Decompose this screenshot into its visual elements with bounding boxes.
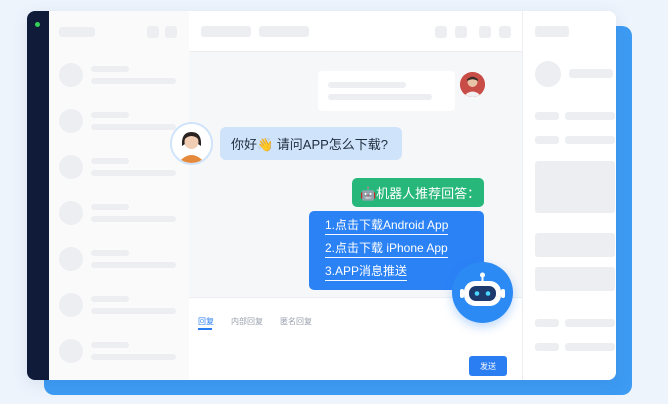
info-avatar-placeholder — [535, 61, 561, 87]
agent-message-bubble — [318, 71, 455, 111]
info-title-placeholder — [535, 26, 569, 37]
active-tab-indicator — [198, 328, 212, 330]
list-tool-placeholder[interactable] — [165, 26, 177, 38]
chat-header — [189, 11, 522, 52]
answer-push-link[interactable]: 3.APP消息推送 — [325, 264, 408, 281]
info-field-value — [565, 112, 615, 120]
info-field-value — [565, 319, 615, 327]
tab-internal-reply[interactable]: 内部回复 — [231, 316, 263, 327]
answer-android-link[interactable]: 1.点击下载Android App — [325, 218, 449, 235]
info-name-placeholder — [569, 69, 613, 78]
customer-avatar — [170, 122, 213, 165]
nav-rail — [27, 11, 49, 380]
info-field-label — [535, 136, 559, 144]
info-field-value — [565, 343, 615, 351]
customer-info-panel — [522, 11, 616, 380]
robot-recommendation-header: 🤖机器人推荐回答： — [352, 178, 484, 207]
robot-icon — [452, 262, 513, 323]
answer-iphone-link[interactable]: 2.点击下载 iPhone App — [325, 241, 448, 258]
header-tool-placeholder[interactable] — [435, 26, 447, 38]
info-card-placeholder — [535, 161, 615, 213]
list-tool-placeholder[interactable] — [147, 26, 159, 38]
chat-subtitle-placeholder — [259, 26, 309, 37]
header-tool-placeholder[interactable] — [499, 26, 511, 38]
info-field-label — [535, 112, 559, 120]
list-search-placeholder[interactable] — [59, 27, 95, 37]
conversation-list — [49, 11, 190, 380]
chat-title-placeholder — [201, 26, 251, 37]
tab-anonymous-reply[interactable]: 匿名回复 — [280, 316, 312, 327]
info-card-placeholder — [535, 233, 615, 257]
header-tool-placeholder[interactable] — [455, 26, 467, 38]
info-field-value — [565, 136, 615, 144]
header-tool-placeholder[interactable] — [479, 26, 491, 38]
info-field-label — [535, 343, 559, 351]
send-button[interactable]: 发送 — [469, 356, 507, 376]
info-field-label — [535, 319, 559, 327]
tab-reply[interactable]: 回复 — [198, 316, 214, 327]
agent-avatar — [460, 72, 485, 97]
online-status-dot — [35, 22, 40, 27]
customer-message: 你好👋 请问APP怎么下载? — [220, 127, 402, 160]
app-window: 回复 内部回复 匿名回复 发送 — [27, 11, 616, 380]
info-card-placeholder — [535, 267, 615, 291]
